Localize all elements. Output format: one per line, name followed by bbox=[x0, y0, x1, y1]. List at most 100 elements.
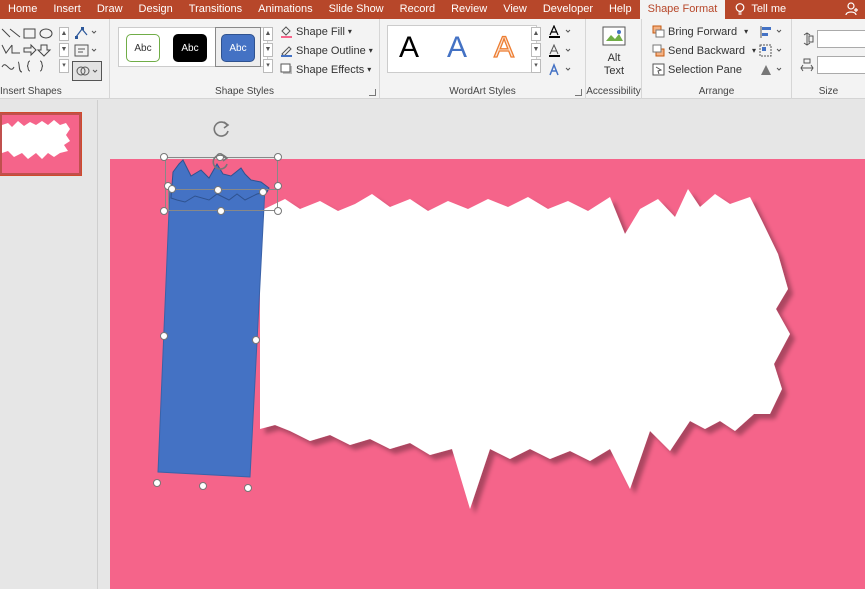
tab-transitions[interactable]: Transitions bbox=[181, 0, 250, 19]
shape-height-icon bbox=[803, 32, 814, 46]
edit-shape-icon[interactable] bbox=[74, 26, 98, 40]
shape-styles-group: Abc Abc Abc ▲ ▼ ▾ Shape Fill ▾ Shape Out… bbox=[110, 19, 380, 99]
alt-text-button[interactable]: Alt Text bbox=[596, 25, 632, 85]
chevron-down-icon: ▾ bbox=[752, 46, 757, 55]
arrange-group: Bring Forward ▾ Send Backward ▾ Selectio… bbox=[642, 19, 792, 99]
shape-width-input[interactable] bbox=[817, 56, 865, 74]
resize-handle-top-left[interactable] bbox=[160, 153, 168, 161]
tab-shape-format[interactable]: Shape Format bbox=[639, 0, 726, 19]
resize-handle-inner-right[interactable] bbox=[259, 188, 267, 196]
send-backward-label: Send Backward bbox=[668, 44, 746, 57]
tab-animations[interactable]: Animations bbox=[250, 0, 320, 19]
shape-outline-label: Shape Outline bbox=[296, 44, 366, 57]
shape-styles-label: Shape Styles bbox=[215, 86, 274, 97]
lightbulb-icon bbox=[735, 3, 745, 15]
shape-effects-icon bbox=[280, 63, 292, 74]
size-label: Size bbox=[818, 86, 839, 97]
text-box-icon[interactable] bbox=[74, 44, 98, 58]
selection-pane-icon bbox=[652, 63, 665, 76]
shape-styles-launcher-icon[interactable] bbox=[369, 89, 376, 96]
tab-review[interactable]: Review bbox=[443, 0, 495, 19]
styles-scroll-up[interactable]: ▲ bbox=[263, 27, 273, 41]
insert-shapes-label: Insert Shapes bbox=[0, 86, 62, 97]
merge-shapes-button[interactable] bbox=[72, 61, 102, 81]
rect-handle-bottom-center[interactable] bbox=[199, 482, 207, 490]
shape-outline-button[interactable]: Shape Outline ▾ bbox=[280, 44, 373, 57]
tab-design[interactable]: Design bbox=[131, 0, 181, 19]
resize-handle-top-right[interactable] bbox=[274, 153, 282, 161]
rect-handle-mid-right[interactable] bbox=[252, 336, 260, 344]
shape-fill-label: Shape Fill bbox=[296, 25, 345, 38]
text-fill-icon[interactable] bbox=[548, 25, 572, 39]
wordart-sample-blue[interactable]: A bbox=[447, 31, 467, 65]
tab-view[interactable]: View bbox=[495, 0, 535, 19]
resize-handle-bottom-right[interactable] bbox=[274, 207, 282, 215]
merge-shapes-icon bbox=[76, 66, 98, 76]
text-effects-icon[interactable] bbox=[548, 63, 572, 77]
tell-me-label: Tell me bbox=[751, 3, 787, 15]
accessibility-group: Alt Text Accessibility bbox=[586, 19, 642, 99]
rect-handle-bottom-left[interactable] bbox=[153, 479, 161, 487]
ribbon: ▲ ▼ ▾ Insert Shapes Abc Abc Abc ▲ ▼ ▾ Sh… bbox=[0, 19, 865, 99]
shape-width-icon bbox=[800, 58, 814, 72]
styles-scroll-down[interactable]: ▼ bbox=[263, 43, 273, 57]
bring-forward-button[interactable]: Bring Forward ▾ bbox=[652, 25, 748, 38]
rotate-handle-icon[interactable] bbox=[212, 119, 232, 139]
send-backward-button[interactable]: Send Backward ▾ bbox=[652, 44, 756, 57]
shape-effects-label: Shape Effects bbox=[296, 63, 365, 76]
wordart-styles-launcher-icon[interactable] bbox=[575, 89, 582, 96]
resize-handle-bottom-center[interactable] bbox=[217, 207, 225, 215]
wordart-sample-black[interactable]: A bbox=[399, 31, 419, 65]
shapes-scroll-up[interactable]: ▲ bbox=[59, 27, 69, 41]
selection-pane-button[interactable]: Selection Pane bbox=[652, 63, 742, 76]
resize-handle-bottom-left[interactable] bbox=[160, 207, 168, 215]
send-backward-icon bbox=[652, 44, 665, 57]
resize-handle-mid-right[interactable] bbox=[274, 182, 282, 190]
shape-fill-button[interactable]: Shape Fill ▾ bbox=[280, 25, 352, 38]
wordart-scroll-up[interactable]: ▲ bbox=[531, 27, 541, 41]
wordart-sample-orange[interactable]: A bbox=[493, 30, 514, 65]
share-person-icon[interactable] bbox=[845, 2, 859, 16]
size-group: Size bbox=[792, 19, 865, 99]
slide-canvas[interactable] bbox=[110, 153, 865, 589]
styles-more[interactable]: ▾ bbox=[263, 59, 273, 73]
alt-text-label-1: Alt bbox=[607, 52, 621, 64]
shape-height-input[interactable] bbox=[817, 30, 865, 48]
style-sample-blue[interactable]: Abc bbox=[221, 34, 255, 62]
arrange-label: Arrange bbox=[698, 86, 735, 97]
pencil-icon bbox=[281, 46, 292, 57]
chevron-down-icon: ▾ bbox=[368, 46, 373, 55]
tab-draw[interactable]: Draw bbox=[89, 0, 131, 19]
tab-record[interactable]: Record bbox=[392, 0, 443, 19]
group-objects-icon[interactable] bbox=[759, 44, 785, 58]
style-sample-outline[interactable]: Abc bbox=[126, 34, 160, 62]
rect-handle-bottom-right[interactable] bbox=[244, 484, 252, 492]
text-outline-icon[interactable] bbox=[548, 44, 572, 58]
resize-handle-inner-center[interactable] bbox=[214, 186, 222, 194]
tab-slide-show[interactable]: Slide Show bbox=[321, 0, 392, 19]
tab-developer[interactable]: Developer bbox=[535, 0, 601, 19]
tell-me-search[interactable]: Tell me bbox=[725, 0, 794, 19]
chevron-down-icon: ▾ bbox=[744, 27, 749, 36]
thumbnail-torn-paper-image bbox=[2, 120, 70, 159]
rotate-icon[interactable] bbox=[759, 63, 785, 77]
slide-thumbnail[interactable] bbox=[0, 112, 82, 176]
resize-handle-inner-left[interactable] bbox=[168, 185, 176, 193]
wordart-styles-label: WordArt Styles bbox=[449, 86, 516, 97]
wordart-scroll-down[interactable]: ▼ bbox=[531, 43, 541, 57]
shapes-more[interactable]: ▾ bbox=[59, 59, 69, 73]
shape-effects-button[interactable]: Shape Effects ▾ bbox=[280, 63, 371, 76]
tab-insert[interactable]: Insert bbox=[45, 0, 89, 19]
rect-handle-mid-left[interactable] bbox=[160, 332, 168, 340]
chevron-down-icon: ▾ bbox=[347, 27, 352, 36]
tab-home[interactable]: Home bbox=[0, 0, 45, 19]
align-icon[interactable] bbox=[759, 25, 785, 39]
style-sample-dark[interactable]: Abc bbox=[173, 34, 207, 62]
rotate-handle-inner-icon[interactable] bbox=[211, 152, 231, 172]
chevron-down-icon: ▾ bbox=[367, 65, 372, 74]
tab-help[interactable]: Help bbox=[601, 0, 640, 19]
shapes-scroll-down[interactable]: ▼ bbox=[59, 43, 69, 57]
wordart-styles-group: A A A ▲ ▼ ▾ WordArt Styles bbox=[380, 19, 586, 99]
accessibility-label: Accessibility bbox=[586, 86, 641, 97]
wordart-more[interactable]: ▾ bbox=[531, 59, 541, 73]
